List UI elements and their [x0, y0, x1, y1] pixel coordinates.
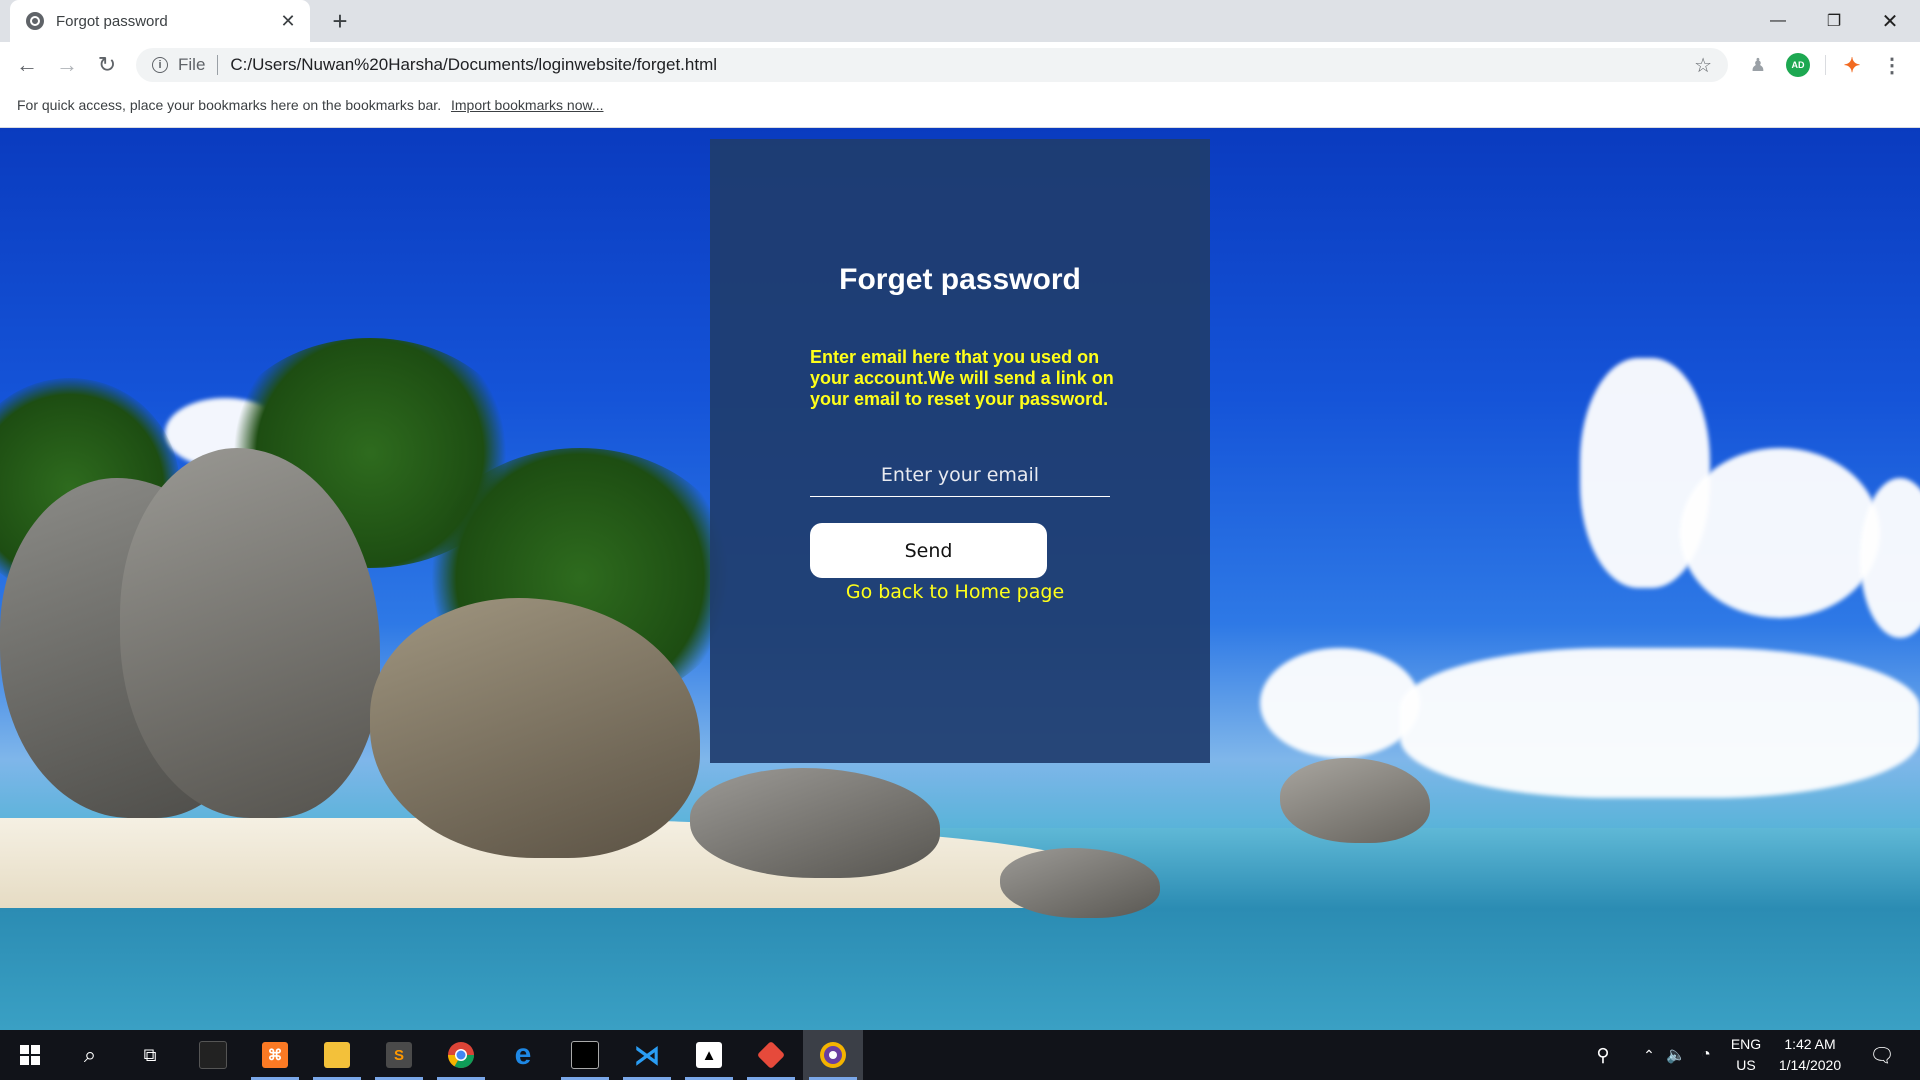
- people-icon[interactable]: ⚲: [1588, 1030, 1618, 1080]
- import-bookmarks-link[interactable]: Import bookmarks now...: [451, 97, 604, 113]
- brave-icon[interactable]: [803, 1030, 863, 1080]
- page-title: Forget password: [839, 263, 1081, 296]
- chevron-up-icon[interactable]: ⌃: [1636, 1030, 1662, 1080]
- page-viewport: Forget password Enter email here that yo…: [0, 128, 1920, 1030]
- extension-incognito-icon[interactable]: ♟: [1746, 53, 1770, 77]
- file-explorer-icon[interactable]: [307, 1030, 367, 1080]
- close-tab-icon[interactable]: ✕: [278, 11, 298, 32]
- chrome-icon[interactable]: [431, 1030, 491, 1080]
- browser-toolbar: ← → ↻ i File C:/Users/Nuwan%20Harsha/Doc…: [0, 42, 1920, 88]
- clock-time: 1:42 AM: [1784, 1036, 1836, 1052]
- task-view-icon[interactable]: ⧉: [120, 1030, 180, 1080]
- search-icon[interactable]: ⌕: [60, 1030, 120, 1080]
- email-field[interactable]: [810, 453, 1110, 497]
- keyboard-layout: US: [1736, 1057, 1756, 1073]
- command-prompt-icon[interactable]: [555, 1030, 615, 1080]
- xampp-icon[interactable]: ⌘: [245, 1030, 305, 1080]
- reload-icon[interactable]: ↻: [92, 50, 122, 80]
- forward-arrow-icon[interactable]: →: [52, 50, 82, 80]
- edge-icon[interactable]: e: [493, 1030, 553, 1080]
- bookmarks-hint: For quick access, place your bookmarks h…: [17, 97, 442, 113]
- fox-extension-icon[interactable]: ✦: [1840, 53, 1864, 77]
- wifi-icon[interactable]: ◔: [1692, 1030, 1720, 1080]
- instructions-text: Enter email here that you used on your a…: [810, 347, 1114, 409]
- url-text[interactable]: C:/Users/Nuwan%20Harsha/Documents/loginw…: [230, 55, 1694, 75]
- home-page-link[interactable]: Go back to Home page: [710, 581, 1200, 603]
- divider: [1825, 55, 1826, 75]
- clock-date: 1/14/2020: [1778, 1057, 1842, 1073]
- send-button[interactable]: Send: [810, 523, 1047, 578]
- bookmarks-bar: For quick access, place your bookmarks h…: [0, 88, 1920, 128]
- tab-title: Forgot password: [56, 12, 168, 30]
- git-icon[interactable]: [741, 1030, 801, 1080]
- vscode-icon[interactable]: ⋊: [617, 1030, 677, 1080]
- language-code: ENG: [1730, 1036, 1762, 1052]
- info-icon[interactable]: i: [152, 57, 168, 73]
- photos-icon[interactable]: ▲: [679, 1030, 739, 1080]
- browser-tab[interactable]: Forgot password ✕: [10, 0, 310, 42]
- scheme-label: File: [178, 55, 206, 74]
- globe-icon: [26, 12, 44, 30]
- adblock-extension-icon[interactable]: AD: [1786, 53, 1810, 77]
- language-indicator[interactable]: ENG US: [1728, 1034, 1764, 1076]
- windows-start-icon[interactable]: [0, 1030, 60, 1080]
- address-bar[interactable]: i File C:/Users/Nuwan%20Harsha/Documents…: [136, 48, 1728, 82]
- kebab-menu-icon[interactable]: ⋮: [1880, 53, 1904, 77]
- star-icon[interactable]: ☆: [1694, 53, 1712, 78]
- divider: [217, 55, 219, 75]
- terminal-icon[interactable]: [183, 1030, 243, 1080]
- close-window-icon[interactable]: ✕: [1862, 0, 1918, 42]
- minimize-icon[interactable]: —: [1750, 0, 1806, 42]
- back-arrow-icon[interactable]: ←: [12, 50, 42, 80]
- volume-icon[interactable]: 🔈: [1662, 1030, 1690, 1080]
- new-tab-button[interactable]: +: [325, 6, 355, 37]
- forget-password-card: Forget password Enter email here that yo…: [710, 139, 1210, 763]
- windows-taskbar: ⌕ ⧉ ⌘ S e ⋊ ▲ ⚲ ⌃ 🔈 ◔ ENG US 1:42 AM 1/1…: [0, 1030, 1920, 1080]
- system-clock[interactable]: 1:42 AM 1/14/2020: [1770, 1034, 1850, 1076]
- restore-icon[interactable]: ❐: [1806, 0, 1862, 42]
- tab-strip: Forgot password ✕ + — ❐ ✕: [0, 0, 1920, 42]
- notification-icon[interactable]: 🗨: [1862, 1030, 1902, 1080]
- sublime-text-icon[interactable]: S: [369, 1030, 429, 1080]
